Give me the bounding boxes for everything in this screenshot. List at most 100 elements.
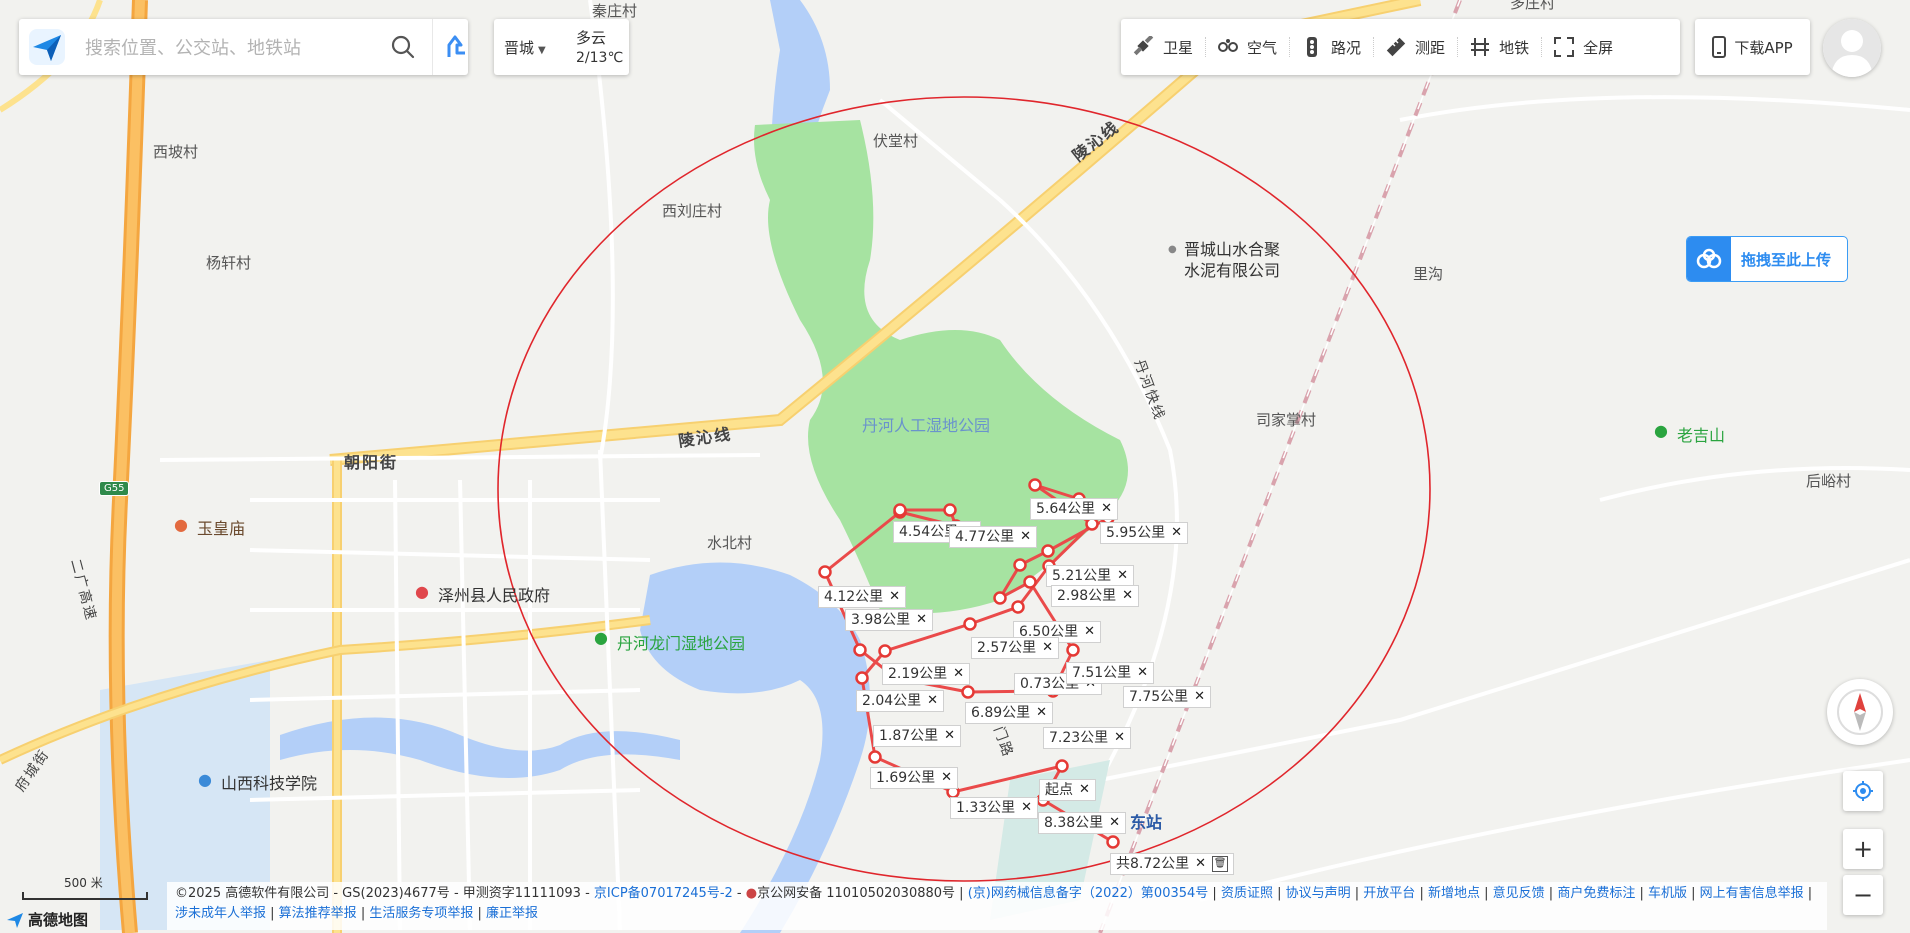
traffic-light-icon <box>1307 37 1318 57</box>
tool-traffic[interactable]: 路况 <box>1289 19 1373 75</box>
footer-link[interactable]: (京)网药械信息备字（2022）第00354号 <box>968 886 1209 901</box>
place-label: 秦庄村 <box>592 2 638 20</box>
footer-link[interactable]: 涉未成年人举报 <box>175 906 266 921</box>
search-input[interactable] <box>83 33 377 63</box>
delete-point-icon[interactable]: ✕ <box>1114 729 1125 747</box>
delete-point-icon[interactable]: ✕ <box>1122 587 1133 605</box>
measure-segment-label: 1.87公里 ✕ <box>873 725 962 747</box>
plus-icon: + <box>1852 835 1874 863</box>
search-panel <box>19 19 468 75</box>
delete-point-icon[interactable]: ✕ <box>1109 814 1120 832</box>
delete-point-icon[interactable]: ✕ <box>1020 528 1031 546</box>
delete-point-icon[interactable]: ✕ <box>1084 623 1095 641</box>
route-icon[interactable] <box>439 31 471 63</box>
measure-point[interactable] <box>993 591 1007 605</box>
measure-point[interactable] <box>1066 643 1080 657</box>
measure-point[interactable] <box>1085 517 1099 531</box>
zoom-in-button[interactable]: + <box>1843 829 1883 869</box>
footer-link[interactable]: 新增地点 <box>1428 886 1480 901</box>
measure-point[interactable] <box>893 503 907 517</box>
upload-label: 拖拽至此上传 <box>1741 250 1832 269</box>
park-label[interactable]: 老吉山 <box>1677 422 1725 446</box>
city-selector[interactable]: 晋城 ▼ <box>504 37 546 58</box>
delete-point-icon[interactable]: ✕ <box>941 769 952 787</box>
delete-point-icon[interactable]: ✕ <box>1101 500 1112 518</box>
footer-link[interactable]: 生活服务专项举报 <box>369 906 473 921</box>
icp-link[interactable]: 京ICP备07017245号-2 <box>594 886 733 901</box>
delete-point-icon[interactable]: ✕ <box>944 727 955 745</box>
delete-point-icon[interactable]: ✕ <box>1117 567 1128 585</box>
place-label: 杨轩村 <box>206 254 252 272</box>
footer: ©2025 高德软件有限公司 - GS(2023)4677号 - 甲测资字111… <box>167 882 1827 930</box>
park-label[interactable]: 丹河人工湿地公园 <box>862 412 990 436</box>
footer-link[interactable]: 商户免费标注 <box>1557 886 1635 901</box>
delete-point-icon[interactable]: ✕ <box>889 588 900 606</box>
footer-link[interactable]: 算法推荐举报 <box>279 906 357 921</box>
tool-ruler[interactable]: 测距 <box>1373 19 1457 75</box>
zoom-out-button[interactable]: − <box>1843 875 1883 915</box>
footer-link[interactable]: 协议与声明 <box>1286 886 1351 901</box>
delete-point-icon[interactable]: ✕ <box>1079 781 1090 799</box>
measure-segment-label: 5.64公里 ✕ <box>1030 498 1119 520</box>
footer-link[interactable]: 廉正举报 <box>486 906 538 921</box>
measure-segment-label: 5.21公里 ✕ <box>1046 565 1135 587</box>
poi-label[interactable]: 山西科技学院 <box>221 770 317 794</box>
tool-air[interactable]: 空气 <box>1205 19 1289 75</box>
upload-dropzone-button[interactable]: 拖拽至此上传 <box>1686 236 1848 282</box>
measure-point[interactable] <box>1106 835 1120 849</box>
measure-segment-label: 8.38公里 ✕ <box>1038 812 1127 834</box>
measure-point[interactable] <box>853 643 867 657</box>
measure-point[interactable] <box>943 503 957 517</box>
poi-label[interactable]: 水泥有限公司 <box>1184 257 1280 281</box>
compass-control[interactable] <box>1827 679 1893 745</box>
map-scale: 500 米 <box>19 874 149 904</box>
measure-point[interactable] <box>878 644 892 658</box>
delete-point-icon[interactable]: ✕ <box>1137 664 1148 682</box>
measure-point[interactable] <box>1041 544 1055 558</box>
user-avatar[interactable] <box>1823 19 1881 77</box>
footer-link[interactable]: 车机版 <box>1648 886 1687 901</box>
tool-subway[interactable]: 地铁 <box>1457 19 1541 75</box>
trash-icon[interactable]: 🗑 <box>1212 856 1229 872</box>
footer-link[interactable]: 开放平台 <box>1363 886 1415 901</box>
footer-link[interactable]: 资质证照 <box>1221 886 1273 901</box>
delete-point-icon[interactable]: ✕ <box>927 692 938 710</box>
place-label: 司家掌村 <box>1256 411 1317 429</box>
footer-link[interactable]: 意见反馈 <box>1493 886 1545 901</box>
amap-brand: 高德地图 <box>6 909 88 930</box>
place-label: 水北村 <box>707 534 753 552</box>
measure-point[interactable] <box>963 617 977 631</box>
footer-link[interactable]: 网上有害信息举报 <box>1700 886 1804 901</box>
delete-point-icon[interactable]: ✕ <box>1042 639 1053 657</box>
measure-point[interactable] <box>1023 575 1037 589</box>
locate-button[interactable] <box>1843 771 1883 811</box>
measure-segment-label: 2.57公里 ✕ <box>971 637 1060 659</box>
tool-fullscreen[interactable]: 全屏 <box>1541 19 1625 75</box>
delete-point-icon[interactable]: ✕ <box>1021 799 1032 817</box>
park-label[interactable]: 丹河龙门湿地公园 <box>617 630 745 654</box>
measure-point[interactable] <box>818 565 832 579</box>
fullscreen-icon <box>1554 37 1575 57</box>
measure-segment-label: 2.19公里 ✕ <box>882 663 971 685</box>
poi-label[interactable]: 玉皇庙 <box>197 515 245 539</box>
download-app-button[interactable]: 下载APP <box>1695 19 1810 75</box>
measure-point[interactable] <box>855 671 869 685</box>
copyright-text: ©2025 高德软件有限公司 - GS(2023)4677号 - 甲测资字111… <box>175 886 590 901</box>
measure-point[interactable] <box>1011 600 1025 614</box>
delete-point-icon[interactable]: ✕ <box>916 611 927 629</box>
delete-point-icon[interactable]: ✕ <box>1171 524 1182 542</box>
delete-point-icon[interactable]: ✕ <box>1194 688 1205 706</box>
measure-point[interactable] <box>1055 759 1069 773</box>
measure-point[interactable] <box>1013 558 1027 572</box>
tool-satellite[interactable]: 卫星 <box>1121 19 1205 75</box>
delete-point-icon[interactable]: ✕ <box>953 665 964 683</box>
delete-point-icon[interactable]: ✕ <box>1036 704 1047 722</box>
search-icon[interactable] <box>389 33 417 61</box>
close-icon[interactable]: ✕ <box>1195 855 1206 873</box>
measure-point[interactable] <box>868 750 882 764</box>
poi-label[interactable]: 泽州县人民政府 <box>438 582 550 606</box>
measure-total-label: 共8.72公里 ✕ 🗑 <box>1110 853 1235 875</box>
measure-point[interactable] <box>961 685 975 699</box>
poi-label[interactable]: 东站 <box>1130 809 1162 833</box>
measure-point[interactable] <box>1028 478 1042 492</box>
